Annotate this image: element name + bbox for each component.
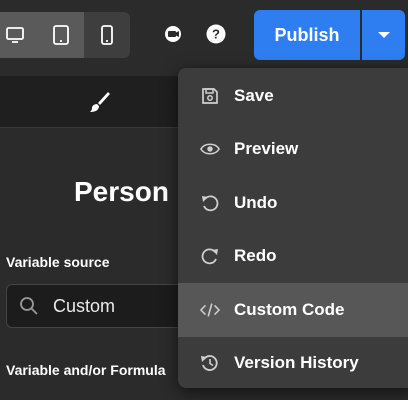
- menu-item-label: Preview: [234, 139, 299, 159]
- variable-source-label: Variable source: [6, 254, 110, 270]
- desktop-view-button[interactable]: [0, 12, 38, 58]
- menu-item-label: Redo: [234, 246, 277, 266]
- mobile-icon: [101, 25, 113, 45]
- paint-brush-icon: [90, 92, 110, 112]
- menu-item-redo[interactable]: Redo: [178, 230, 408, 284]
- menu-item-version-history[interactable]: Version History: [178, 337, 408, 391]
- redo-icon: [200, 246, 220, 266]
- menu-item-label: Save: [234, 85, 274, 105]
- tablet-icon: [53, 25, 69, 45]
- svg-text:?: ?: [212, 27, 220, 42]
- code-icon: [200, 300, 220, 320]
- eye-icon: [200, 139, 220, 159]
- top-toolbar: ? Publish: [0, 0, 408, 72]
- video-camera-icon: [165, 26, 181, 42]
- menu-item-preview[interactable]: Preview: [178, 123, 408, 177]
- mobile-view-button[interactable]: [84, 12, 130, 58]
- menu-item-label: Undo: [234, 192, 278, 212]
- publish-options-menu: Save Preview Undo Redo Custom Code Versi…: [178, 68, 408, 388]
- tab-style[interactable]: [86, 88, 114, 116]
- desktop-icon: [6, 27, 24, 43]
- section-title: Person: [74, 176, 169, 207]
- device-switcher: [0, 12, 130, 58]
- variable-formula-label: Variable and/or Formula: [6, 362, 166, 378]
- menu-item-custom-code[interactable]: Custom Code: [178, 283, 408, 337]
- menu-item-label: Version History: [234, 353, 359, 373]
- save-icon: [200, 86, 220, 106]
- help-circle-icon: ?: [206, 24, 226, 44]
- menu-item-label: Custom Code: [234, 299, 345, 319]
- help-button[interactable]: ?: [204, 22, 228, 46]
- publish-button[interactable]: Publish: [254, 10, 360, 60]
- caret-down-icon: [377, 32, 390, 38]
- editor-window: ? Publish PER Person Variable source Cus…: [0, 0, 408, 400]
- undo-icon: [200, 193, 220, 213]
- menu-item-undo[interactable]: Undo: [178, 176, 408, 230]
- variable-source-value: Custom: [53, 295, 116, 316]
- record-button[interactable]: [162, 22, 186, 46]
- menu-item-save[interactable]: Save: [178, 69, 408, 123]
- publish-options-button[interactable]: [362, 10, 405, 60]
- history-icon: [200, 353, 220, 373]
- search-icon: [20, 297, 38, 315]
- tablet-view-button[interactable]: [38, 12, 84, 58]
